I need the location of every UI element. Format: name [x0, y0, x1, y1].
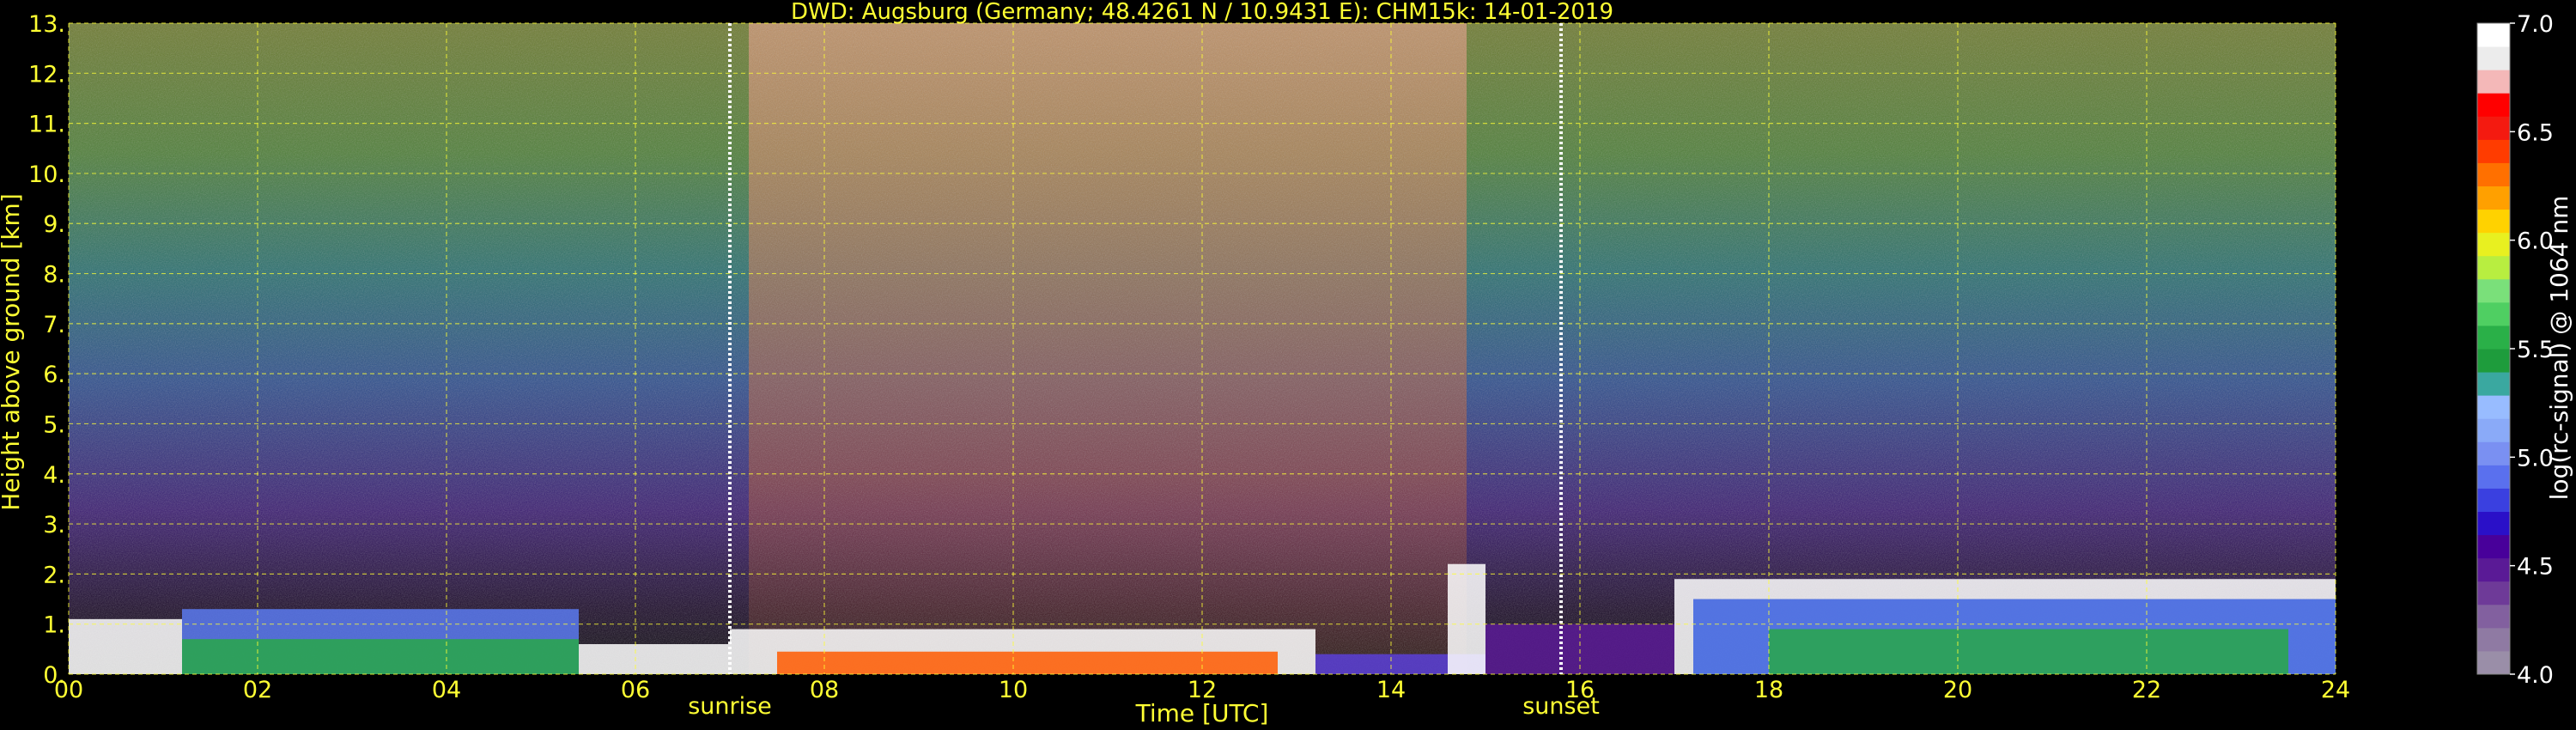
colorbar-segment — [2477, 650, 2510, 675]
x-tick-label: 24 — [2321, 677, 2350, 703]
x-tick-label: 14 — [1376, 677, 1406, 703]
colorbar — [2476, 22, 2511, 675]
y-tick-labels: 0.1.2.3.4.5.6.7.8.9.10.11.12.13. — [28, 11, 65, 689]
x-tick-label: 22 — [2132, 677, 2161, 703]
colorbar-tick-label: 4.0 — [2517, 662, 2554, 689]
colorbar-segment — [2477, 209, 2510, 234]
y-axis-title: Height above ground [km] — [0, 193, 25, 511]
colorbar-segment — [2477, 418, 2510, 442]
colorbar-segment — [2477, 488, 2510, 512]
colorbar-segment — [2477, 557, 2510, 582]
colorbar-segment — [2477, 534, 2510, 559]
colorbar-segment — [2477, 301, 2510, 326]
colorbar-segment — [2477, 93, 2510, 117]
x-tick-labels: 00 02 04 06 08 10 12 14 16 18 20 22 24 — [54, 677, 2350, 703]
colorbar-segment — [2477, 139, 2510, 163]
colorbar-segment — [2477, 23, 2510, 47]
colorbar-segment — [2477, 441, 2510, 465]
x-tick-label: 02 — [243, 677, 272, 703]
aerosol-band — [579, 644, 730, 674]
y-tick-label: 5. — [43, 411, 65, 438]
aerosol-band — [1448, 563, 1485, 674]
y-tick-label: 2. — [43, 562, 65, 588]
y-tick-label: 10. — [28, 161, 65, 188]
aerosol-band — [182, 639, 579, 674]
colorbar-segment — [2477, 255, 2510, 280]
colorbar-segment — [2477, 116, 2510, 140]
colorbar-segment — [2477, 604, 2510, 629]
x-tick-label: 00 — [54, 677, 83, 703]
colorbar-tick-label: 6.5 — [2517, 119, 2554, 146]
colorbar-segment — [2477, 162, 2510, 186]
x-tick-label: 06 — [621, 677, 650, 703]
aerosol-band — [69, 618, 182, 674]
y-tick-label: 8. — [43, 262, 65, 289]
y-tick-label: 6. — [43, 362, 65, 388]
colorbar-segment — [2477, 349, 2510, 373]
colorbar-segment — [2477, 325, 2510, 350]
x-tick-label: 18 — [1754, 677, 1783, 703]
colorbar-segment — [2477, 186, 2510, 210]
x-tick-label: 12 — [1188, 677, 1217, 703]
sunset-label: sunset — [1522, 693, 1600, 720]
x-tick-label: 04 — [432, 677, 461, 703]
x-tick-label: 08 — [810, 677, 839, 703]
y-tick-label: 3. — [43, 512, 65, 538]
colorbar-tick-label: 7.0 — [2517, 11, 2554, 38]
plot-area — [68, 22, 2336, 675]
colorbar-segment — [2477, 511, 2510, 536]
sunrise-label: sunrise — [688, 693, 772, 720]
colorbar-segment — [2477, 627, 2510, 652]
chart-title: DWD: Augsburg (Germany; 48.4261 N / 10.9… — [791, 0, 1613, 25]
ceilometer-chart: DWD: Augsburg (Germany; 48.4261 N / 10.9… — [0, 0, 2573, 727]
aerosol-band — [1769, 629, 2288, 674]
y-tick-label: 9. — [43, 211, 65, 238]
x-tick-label: 20 — [1943, 677, 1972, 703]
colorbar-segment — [2477, 278, 2510, 303]
colorbar-label: log(rc-signal) @ 1064 nm — [2545, 196, 2573, 501]
y-tick-label: 7. — [43, 312, 65, 338]
colorbar-segment — [2477, 395, 2510, 419]
y-tick-label: 13. — [28, 11, 65, 38]
colorbar-segment — [2477, 465, 2510, 489]
colorbar-segment — [2477, 232, 2510, 257]
colorbar-segment — [2477, 46, 2510, 70]
aerosol-band — [777, 651, 1278, 674]
colorbar-segment — [2477, 581, 2510, 605]
y-tick-label: 12. — [28, 61, 65, 88]
colorbar-segment — [2477, 372, 2510, 396]
y-tick-label: 4. — [43, 462, 65, 489]
y-tick-label: 1. — [43, 612, 65, 639]
colorbar-tick-label: 4.5 — [2517, 554, 2554, 581]
colorbar-segment — [2477, 70, 2510, 94]
x-tick-label: 10 — [999, 677, 1028, 703]
y-tick-label: 11. — [28, 112, 65, 138]
